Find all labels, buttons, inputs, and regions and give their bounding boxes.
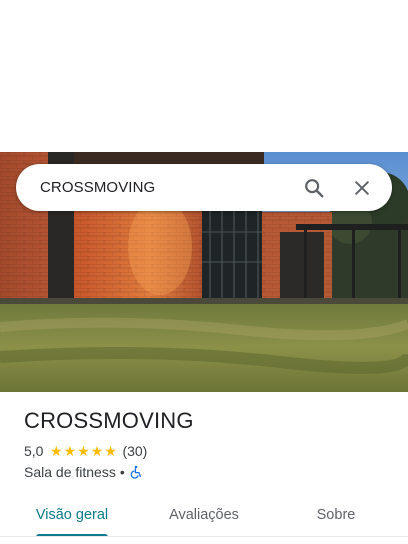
star-icon: ★ [90,443,104,459]
rating-row[interactable]: 5,0 ★ ★ ★ ★ ★ (30) [24,443,394,459]
rating-value: 5,0 [24,443,44,459]
rating-stars: ★ ★ ★ ★ ★ [49,444,117,458]
separator-dot: • [119,464,125,480]
close-icon [355,180,369,195]
tab-about[interactable]: Sobre [296,494,376,536]
search-input[interactable]: CROSSMOVING [40,179,298,196]
search-icon [305,178,324,197]
search-bar[interactable]: CROSSMOVING [16,164,392,211]
place-category: Sala de fitness [24,464,116,480]
wheelchair-accessible-icon [130,465,141,479]
search-button[interactable] [298,172,330,204]
tab-bar: Visão geral Avaliações Sobre [0,494,408,544]
place-title: CROSSMOVING [24,408,194,433]
tab-overview[interactable]: Visão geral [24,494,120,536]
star-icon: ★ [77,443,90,459]
tabs-divider [0,536,408,537]
close-button[interactable] [346,172,378,204]
review-count: (30) [122,443,148,459]
tab-reviews[interactable]: Avaliações [156,494,252,536]
map-blank-area [0,0,408,152]
category-row: Sala de fitness • [24,464,394,480]
star-icon: ★ [49,443,63,459]
star-icon: ★ [104,443,117,459]
star-icon: ★ [63,443,77,459]
place-info: CROSSMOVING 5,0 ★ ★ ★ ★ ★ (30) Sala de f… [24,408,394,480]
